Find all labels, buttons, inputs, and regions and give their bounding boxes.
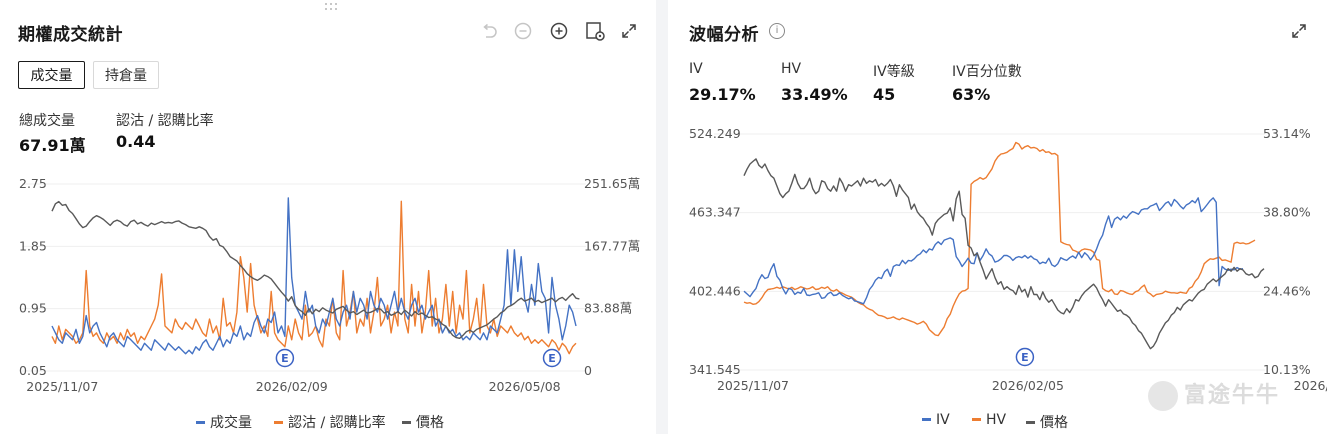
expand-icon[interactable] xyxy=(618,20,640,42)
info-icon[interactable]: i xyxy=(769,23,785,39)
x-axis-tick-label: 2026/05/08 xyxy=(1294,378,1327,393)
logo-icon xyxy=(1148,381,1178,411)
undo-icon[interactable] xyxy=(478,20,500,42)
left-axis-tick-label: 463.347 xyxy=(689,205,741,220)
stat-value-iv-rank: 45 xyxy=(873,85,896,104)
legend-item[interactable]: 認沽 / 認購比率 xyxy=(274,412,386,432)
earnings-marker-label: E xyxy=(548,352,556,365)
right-axis-tick-label: 38.80% xyxy=(1263,205,1311,220)
legend-swatch-icon xyxy=(1026,420,1035,424)
options-volume-panel: 期權成交統計 成交量 持倉量 總成交量 67.91萬 認沽 / 認購比率 0.4… xyxy=(0,0,656,434)
settings-icon[interactable] xyxy=(584,20,606,42)
left-axis-tick-label: 402.446 xyxy=(689,283,741,298)
stat-value-iv: 29.17% xyxy=(689,85,756,104)
zoom-out-icon[interactable] xyxy=(512,20,534,42)
stat-value-put-call-ratio: 0.44 xyxy=(116,132,156,151)
left-axis-tick-label: 1.85 xyxy=(19,238,47,253)
series-line xyxy=(743,197,1244,305)
legend-swatch-icon xyxy=(402,420,411,424)
earnings-marker-label: E xyxy=(1021,351,1029,364)
stat-label-iv-percentile: IV百分位數 xyxy=(952,64,1022,80)
panel-title: 波幅分析 xyxy=(689,25,759,45)
series-line xyxy=(743,141,1256,337)
legend-item[interactable]: 成交量 xyxy=(196,412,252,432)
stat-value-total-volume: 67.91萬 xyxy=(19,136,86,155)
x-axis-tick-label: 2026/05/08 xyxy=(489,379,561,394)
volatility-chart: 524.249 53.14% 463.347 38.80% 402.446 24.46% 3… xyxy=(689,126,1327,393)
right-axis-tick-label: 167.77萬 xyxy=(584,238,640,253)
stat-value-hv: 33.49% xyxy=(781,85,848,104)
stat-label-total-volume: 總成交量 xyxy=(19,113,75,129)
stat-label-hv: HV xyxy=(781,61,802,77)
legend-item[interactable]: 價格 xyxy=(402,412,444,432)
series-line xyxy=(743,158,1265,350)
zoom-in-icon[interactable] xyxy=(548,20,570,42)
left-axis-tick-label: 0.05 xyxy=(19,363,47,378)
tab-volume[interactable]: 成交量 xyxy=(18,61,85,89)
volatility-panel: 波幅分析 i IV 29.17% HV 33.49% IV等級 45 IV百分位… xyxy=(668,0,1327,434)
stat-label-iv-rank: IV等級 xyxy=(873,64,915,80)
panel-divider xyxy=(656,0,668,434)
legend-swatch-icon xyxy=(274,420,283,424)
x-axis-tick-label: 2025/11/07 xyxy=(717,378,789,393)
right-axis-tick-label: 10.13% xyxy=(1263,362,1311,377)
legend-swatch-icon xyxy=(922,417,931,421)
right-axis-tick-label: 83.88萬 xyxy=(584,301,632,316)
right-axis-tick-label: 24.46% xyxy=(1263,283,1311,298)
legend-swatch-icon xyxy=(196,420,205,424)
options-volume-chart: 2.75 251.65萬 1.85 167.77萬 0.95 83.88萬 0.05 0 202… xyxy=(19,176,640,394)
x-axis-tick-label: 2025/11/07 xyxy=(26,379,98,394)
x-axis-tick-label: 2026/02/09 xyxy=(256,379,328,394)
legend-swatch-icon xyxy=(972,417,981,421)
left-axis-tick-label: 0.95 xyxy=(19,301,47,316)
earnings-marker-label: E xyxy=(281,352,289,365)
stat-value-iv-percentile: 63% xyxy=(952,85,991,104)
stat-label-put-call-ratio: 認沽 / 認購比率 xyxy=(116,113,214,129)
x-axis-tick-label: 2026/02/05 xyxy=(992,378,1064,393)
right-axis-tick-label: 53.14% xyxy=(1263,126,1311,141)
right-axis-tick-label: 0 xyxy=(584,363,592,378)
expand-icon[interactable] xyxy=(1288,20,1310,42)
series-line xyxy=(51,200,580,340)
legend-item[interactable]: IV xyxy=(922,412,950,428)
left-axis-tick-label: 2.75 xyxy=(19,176,47,191)
left-axis-tick-label: 524.249 xyxy=(689,126,741,141)
panel-title: 期權成交統計 xyxy=(18,25,123,45)
drag-handle-icon[interactable] xyxy=(323,2,339,12)
legend-item[interactable]: 價格 xyxy=(1026,412,1068,432)
tab-open-interest[interactable]: 持倉量 xyxy=(93,61,159,89)
left-axis-tick-label: 341.545 xyxy=(689,362,741,377)
watermark: 富途牛牛 xyxy=(1148,377,1280,411)
stat-label-iv: IV xyxy=(689,61,703,77)
legend-item[interactable]: HV xyxy=(972,412,1006,428)
right-axis-tick-label: 251.65萬 xyxy=(584,176,640,191)
